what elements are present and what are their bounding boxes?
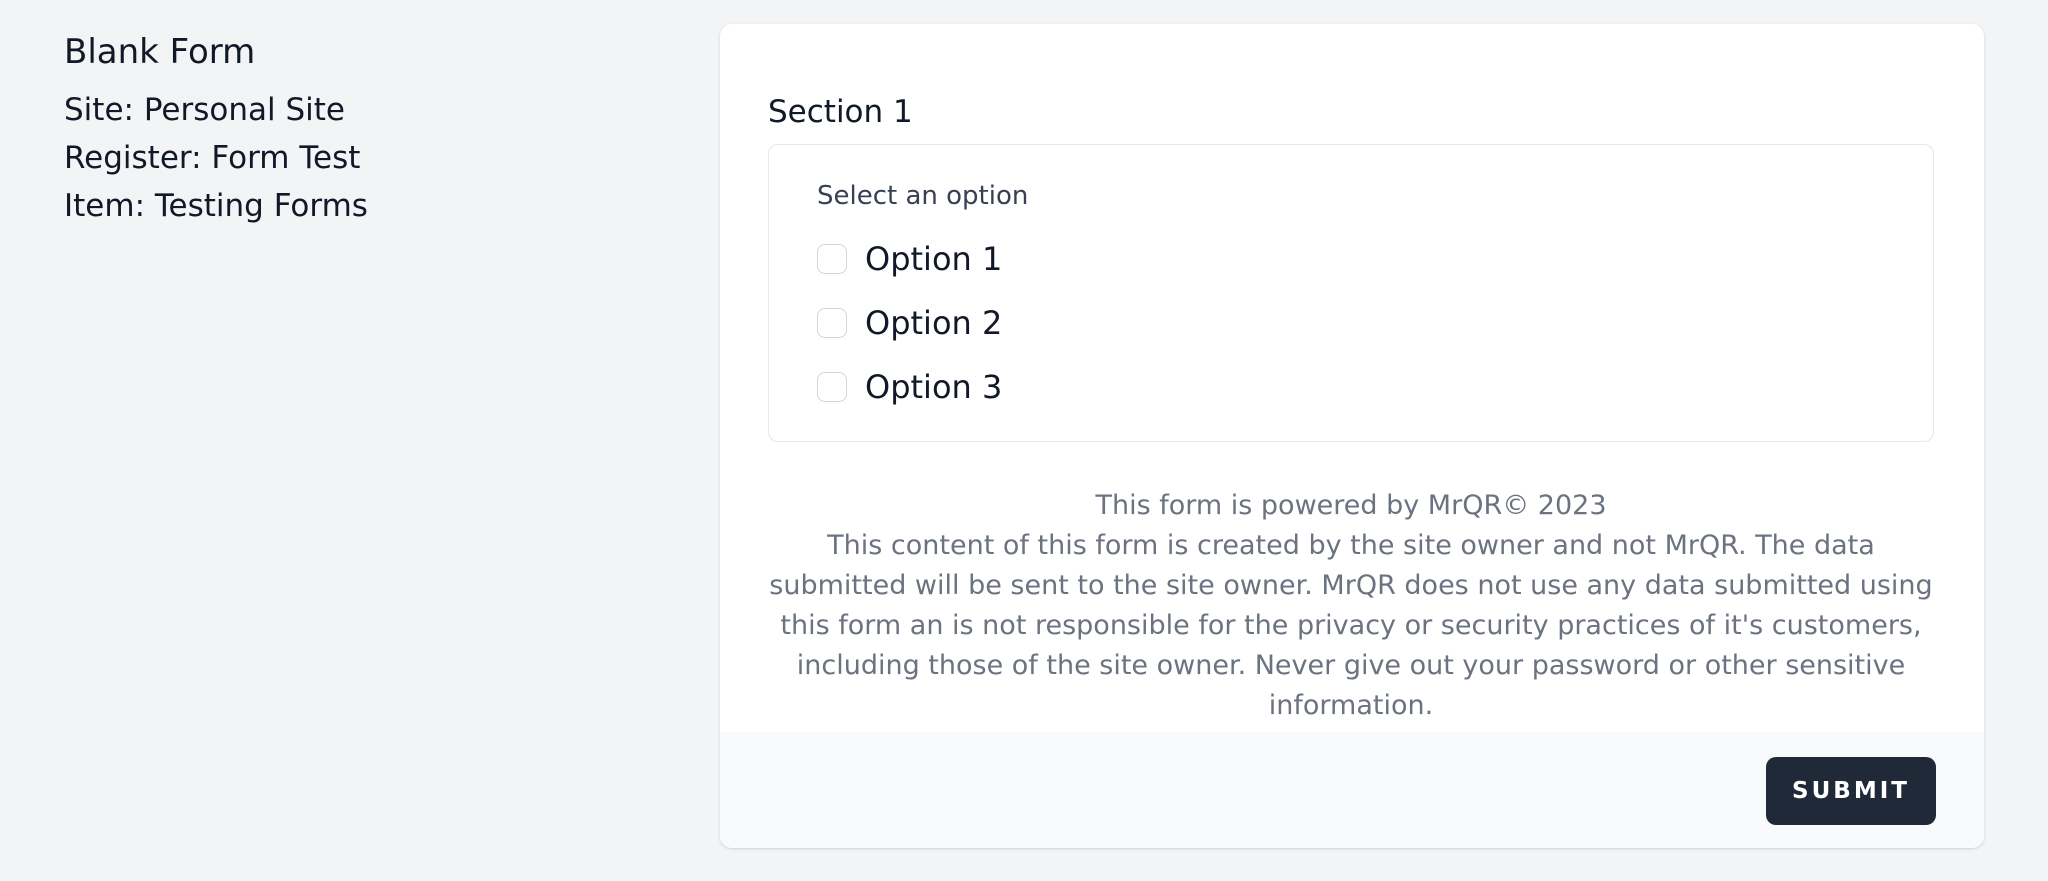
site-name: Site: Personal Site (64, 92, 345, 128)
option-1-label[interactable]: Option 1 (865, 239, 1002, 279)
submit-button[interactable]: SUBMIT (1766, 757, 1936, 825)
option-3-checkbox[interactable] (817, 372, 847, 402)
form-title: Blank Form (64, 32, 256, 72)
option-item-1[interactable]: Option 1 (817, 227, 1002, 291)
question-label: Select an option (817, 181, 1029, 211)
register-name: Register: Form Test (64, 140, 361, 176)
item-name: Item: Testing Forms (64, 188, 368, 224)
form-info-panel: Blank Form Site: Personal Site Register:… (64, 28, 624, 230)
section-title: Section 1 (768, 94, 913, 130)
option-item-2[interactable]: Option 2 (817, 291, 1002, 355)
option-3-label[interactable]: Option 3 (865, 367, 1002, 407)
option-list: Option 1 Option 2 Option 3 (817, 227, 1002, 419)
option-2-checkbox[interactable] (817, 308, 847, 338)
form-card: Section 1 Select an option Option 1 Opti… (720, 24, 1984, 848)
option-1-checkbox[interactable] (817, 244, 847, 274)
option-item-3[interactable]: Option 3 (817, 355, 1002, 419)
disclaimer-text: This content of this form is created by … (769, 530, 1933, 721)
question-box: Select an option Option 1 Option 2 Optio… (768, 144, 1934, 442)
form-actions: SUBMIT (720, 732, 1984, 848)
option-2-label[interactable]: Option 2 (865, 303, 1002, 343)
powered-by-text: This form is powered by MrQR© 2023 (1095, 490, 1607, 521)
form-disclaimer: This form is powered by MrQR© 2023 This … (768, 486, 1934, 726)
